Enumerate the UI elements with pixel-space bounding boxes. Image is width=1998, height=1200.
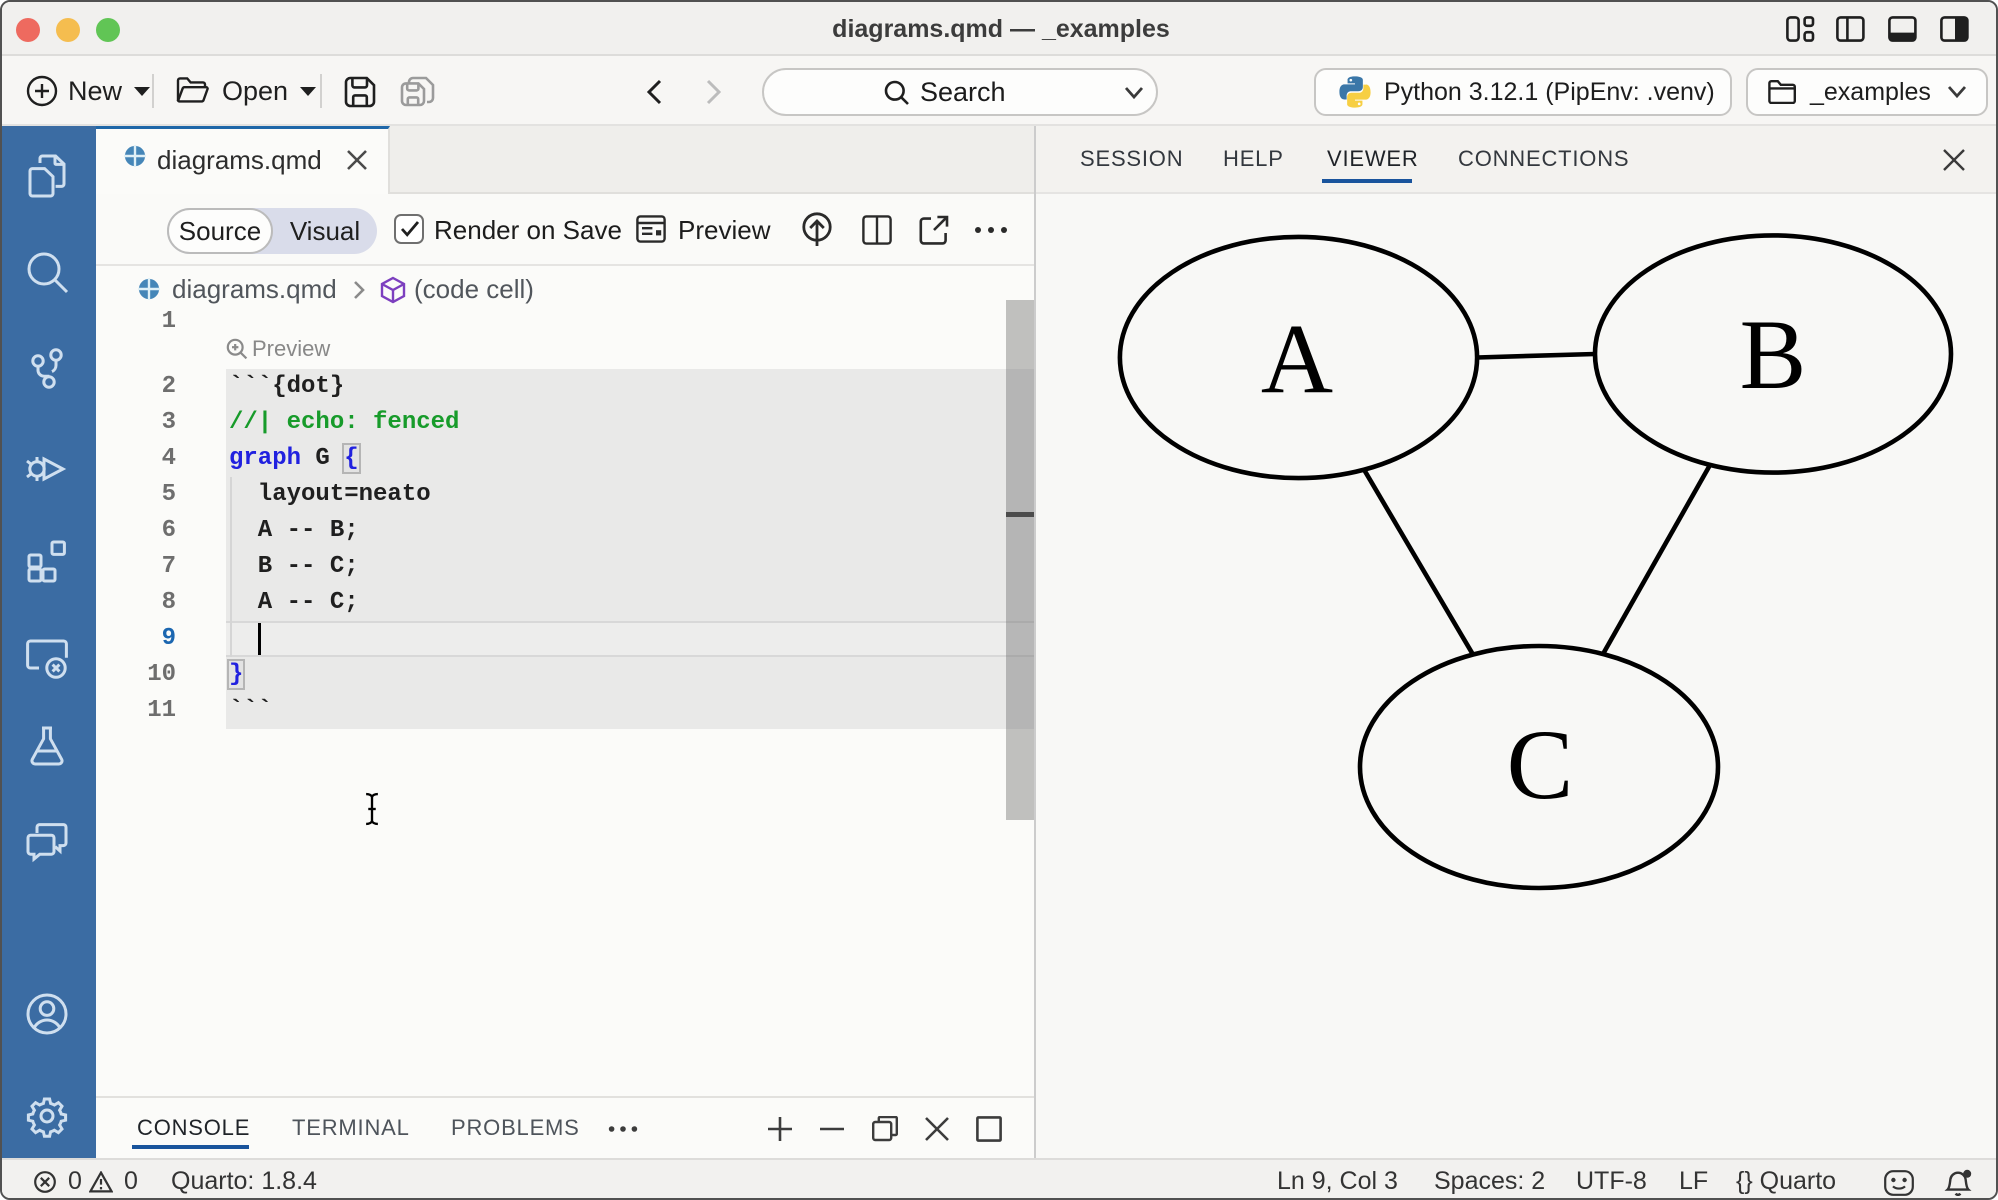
svg-text:A: A [1261,303,1333,414]
svg-text:C: C [1507,709,1574,820]
svg-text:B: B [1740,299,1807,410]
